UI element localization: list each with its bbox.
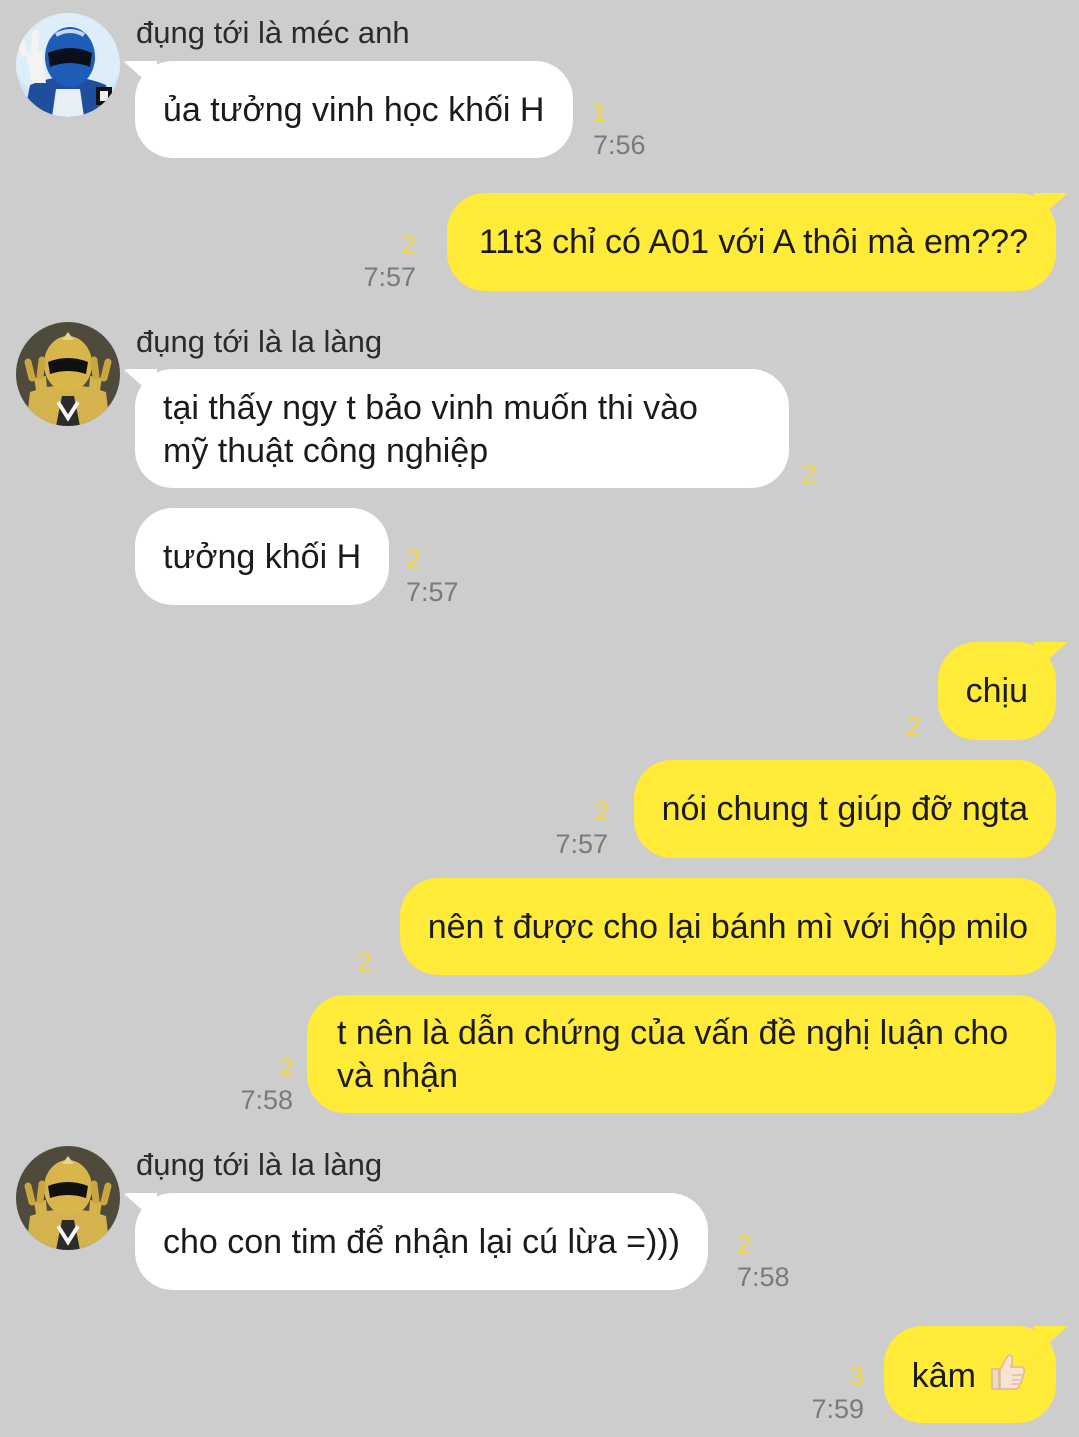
- yellow-ranger-avatar-icon: [16, 322, 120, 426]
- message-text: chịu: [965, 672, 1028, 710]
- avatar-yellow-ranger[interactable]: [16, 322, 120, 426]
- thumbs-up-icon: [986, 1351, 1028, 1404]
- message-text: ủa tưởng vinh học khối H: [163, 91, 545, 129]
- unread-count: 2: [594, 796, 609, 826]
- message-text: 11t3 chỉ có A01 với A thôi mà em???: [479, 223, 1028, 261]
- message-bubble-outgoing[interactable]: chịu: [937, 642, 1056, 740]
- message-time: 7:57: [406, 577, 459, 607]
- message-bubble-incoming[interactable]: tưởng khối H: [135, 508, 390, 605]
- sender-name: đụng tới là la làng: [136, 1147, 383, 1182]
- message-text: nên t được cho lại bánh mì với hộp milo: [427, 908, 1028, 946]
- message-text: nói chung t giúp đỡ ngta: [661, 790, 1028, 828]
- unread-count: 3: [849, 1361, 864, 1391]
- message-time: 7:58: [737, 1262, 790, 1292]
- message-text-line-2: mỹ thuật công nghiệp: [163, 432, 489, 470]
- message-time: 7:58: [240, 1085, 293, 1115]
- message-bubble-outgoing[interactable]: kâm: [883, 1326, 1056, 1423]
- sender-name: đụng tới là méc anh: [136, 15, 410, 50]
- unread-count: 2: [401, 229, 416, 259]
- message-bubble-outgoing[interactable]: nói chung t giúp đỡ ngta: [633, 760, 1056, 858]
- yellow-ranger-avatar-icon: [16, 1146, 120, 1250]
- message-bubble-outgoing[interactable]: nên t được cho lại bánh mì với hộp milo: [399, 878, 1056, 975]
- unread-count: 2: [406, 544, 421, 574]
- message-bubble-incoming[interactable]: ủa tưởng vinh học khối H: [135, 61, 573, 158]
- unread-count: 2: [279, 1052, 294, 1082]
- message-text: cho con tim để nhận lại cú lừa =))): [163, 1223, 680, 1261]
- avatar-blue-ranger[interactable]: [16, 13, 120, 117]
- unread-count: 2: [802, 459, 817, 489]
- blue-ranger-avatar-icon: [16, 13, 120, 117]
- message-time: 7:57: [363, 262, 416, 292]
- message-bubble-incoming[interactable]: tại thấy ngy t bảo vinh muốn thi vào mỹ …: [135, 369, 789, 488]
- unread-count: 2: [906, 711, 921, 741]
- message-text: kâm: [911, 1357, 976, 1395]
- message-bubble-outgoing[interactable]: 11t3 chỉ có A01 với A thôi mà em???: [447, 193, 1056, 291]
- avatar-yellow-ranger[interactable]: [16, 1146, 120, 1250]
- message-text-line-1: t nên là dẫn chứng của vấn đề nghị luận …: [337, 1014, 1009, 1052]
- unread-count: 1: [592, 97, 607, 127]
- message-text: tưởng khối H: [163, 538, 362, 576]
- message-time: 7:59: [811, 1394, 864, 1424]
- message-bubble-outgoing[interactable]: t nên là dẫn chứng của vấn đề nghị luận …: [307, 995, 1056, 1113]
- sender-name: đụng tới là la làng: [136, 324, 383, 359]
- unread-count: 2: [357, 947, 372, 977]
- message-text-line-2: và nhận: [337, 1057, 458, 1095]
- message-time: 7:56: [593, 130, 646, 160]
- unread-count: 2: [737, 1229, 752, 1259]
- message-bubble-incoming[interactable]: cho con tim để nhận lại cú lừa =))): [135, 1193, 708, 1290]
- message-text-line-1: tại thấy ngy t bảo vinh muốn thi vào: [163, 389, 698, 427]
- message-time: 7:57: [555, 829, 608, 859]
